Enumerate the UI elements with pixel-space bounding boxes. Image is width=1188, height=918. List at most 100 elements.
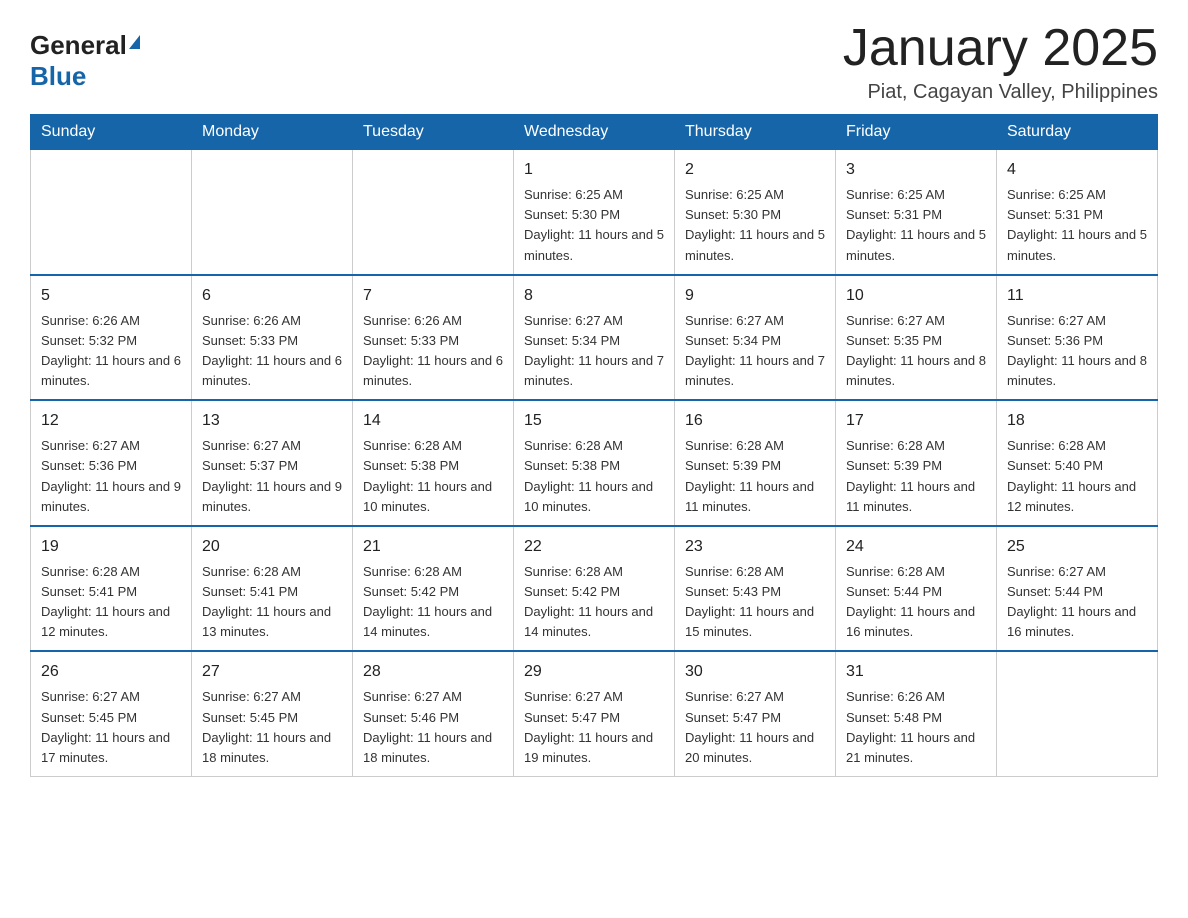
calendar-cell: 27Sunrise: 6:27 AM Sunset: 5:45 PM Dayli…: [192, 651, 353, 776]
day-info: Sunrise: 6:25 AM Sunset: 5:31 PM Dayligh…: [846, 185, 986, 266]
day-number: 4: [1007, 158, 1147, 182]
day-number: 8: [524, 284, 664, 308]
day-info: Sunrise: 6:28 AM Sunset: 5:38 PM Dayligh…: [363, 436, 503, 517]
col-header-wednesday: Wednesday: [514, 115, 675, 150]
day-info: Sunrise: 6:27 AM Sunset: 5:36 PM Dayligh…: [1007, 311, 1147, 392]
day-info: Sunrise: 6:27 AM Sunset: 5:37 PM Dayligh…: [202, 436, 342, 517]
location-subtitle: Piat, Cagayan Valley, Philippines: [843, 81, 1158, 104]
day-number: 26: [41, 660, 181, 684]
calendar-week-row: 19 Sunrise: 6:28 AM Sunset: 5:41 PM Dayli…: [31, 526, 1158, 652]
day-info: Sunrise: 6:28 AM Sunset: 5:40 PM Dayligh…: [1007, 436, 1147, 517]
day-number: 28: [363, 660, 503, 684]
day-number: 7: [363, 284, 503, 308]
day-number: 6: [202, 284, 342, 308]
calendar-table: SundayMondayTuesdayWednesdayThursdayFrid…: [30, 114, 1158, 777]
day-info: Sunrise: 6:26 AM Sunset: 5:33 PM Dayligh…: [363, 311, 503, 392]
day-info: Sunrise: 6:27 AM Sunset: 5:36 PM Dayligh…: [41, 436, 181, 517]
calendar-cell: 21Sunrise: 6:28 AM Sunset: 5:42 PM Dayli…: [353, 526, 514, 652]
calendar-cell: 29 Sunrise: 6:27 AM Sunset: 5:47 PM Dayli…: [514, 651, 675, 776]
month-title: January 2025: [843, 20, 1158, 77]
calendar-cell: 7 Sunrise: 6:26 AM Sunset: 5:33 PM Daylig…: [353, 275, 514, 401]
calendar-cell: 31Sunrise: 6:26 AM Sunset: 5:48 PM Dayli…: [836, 651, 997, 776]
day-number: 30: [685, 660, 825, 684]
calendar-cell: 24 Sunrise: 6:28 AM Sunset: 5:44 PM Dayli…: [836, 526, 997, 652]
day-number: 5: [41, 284, 181, 308]
calendar-cell: 1Sunrise: 6:25 AM Sunset: 5:30 PM Daylig…: [514, 150, 675, 275]
day-info: Sunrise: 6:28 AM Sunset: 5:42 PM Dayligh…: [363, 562, 503, 643]
day-number: 1: [524, 158, 664, 182]
calendar-cell: 26 Sunrise: 6:27 AM Sunset: 5:45 PM Dayli…: [31, 651, 192, 776]
day-number: 9: [685, 284, 825, 308]
day-number: 18: [1007, 409, 1147, 433]
day-info: Sunrise: 6:28 AM Sunset: 5:44 PM Dayligh…: [846, 562, 986, 643]
calendar-cell: 12 Sunrise: 6:27 AM Sunset: 5:36 PM Dayli…: [31, 400, 192, 526]
calendar-cell: 13 Sunrise: 6:27 AM Sunset: 5:37 PM Dayli…: [192, 400, 353, 526]
calendar-cell: 8 Sunrise: 6:27 AM Sunset: 5:34 PM Daylig…: [514, 275, 675, 401]
day-info: Sunrise: 6:28 AM Sunset: 5:39 PM Dayligh…: [685, 436, 825, 517]
day-info: Sunrise: 6:25 AM Sunset: 5:31 PM Dayligh…: [1007, 185, 1147, 266]
day-info: Sunrise: 6:28 AM Sunset: 5:41 PM Dayligh…: [41, 562, 181, 643]
day-number: 14: [363, 409, 503, 433]
calendar-cell: 3 Sunrise: 6:25 AM Sunset: 5:31 PM Daylig…: [836, 150, 997, 275]
calendar-cell: 22Sunrise: 6:28 AM Sunset: 5:42 PM Dayli…: [514, 526, 675, 652]
calendar-cell: 23 Sunrise: 6:28 AM Sunset: 5:43 PM Dayli…: [675, 526, 836, 652]
day-info: Sunrise: 6:27 AM Sunset: 5:34 PM Dayligh…: [685, 311, 825, 392]
calendar-cell: 19 Sunrise: 6:28 AM Sunset: 5:41 PM Dayli…: [31, 526, 192, 652]
page-header: General Blue January 2025 Piat, Cagayan …: [30, 20, 1158, 104]
col-header-thursday: Thursday: [675, 115, 836, 150]
calendar-cell: 2Sunrise: 6:25 AM Sunset: 5:30 PM Daylig…: [675, 150, 836, 275]
day-info: Sunrise: 6:27 AM Sunset: 5:45 PM Dayligh…: [202, 687, 342, 768]
col-header-monday: Monday: [192, 115, 353, 150]
calendar-cell: [31, 150, 192, 275]
logo-blue-text: Blue: [30, 61, 86, 92]
day-number: 16: [685, 409, 825, 433]
calendar-cell: [997, 651, 1158, 776]
calendar-cell: 6Sunrise: 6:26 AM Sunset: 5:33 PM Daylig…: [192, 275, 353, 401]
day-info: Sunrise: 6:27 AM Sunset: 5:47 PM Dayligh…: [524, 687, 664, 768]
day-number: 24: [846, 535, 986, 559]
day-info: Sunrise: 6:26 AM Sunset: 5:32 PM Dayligh…: [41, 311, 181, 392]
calendar-cell: 10 Sunrise: 6:27 AM Sunset: 5:35 PM Dayli…: [836, 275, 997, 401]
calendar-cell: 9 Sunrise: 6:27 AM Sunset: 5:34 PM Daylig…: [675, 275, 836, 401]
day-number: 15: [524, 409, 664, 433]
day-number: 10: [846, 284, 986, 308]
calendar-header-row: SundayMondayTuesdayWednesdayThursdayFrid…: [31, 115, 1158, 150]
day-info: Sunrise: 6:27 AM Sunset: 5:45 PM Dayligh…: [41, 687, 181, 768]
calendar-week-row: 1Sunrise: 6:25 AM Sunset: 5:30 PM Daylig…: [31, 150, 1158, 275]
day-info: Sunrise: 6:27 AM Sunset: 5:46 PM Dayligh…: [363, 687, 503, 768]
day-info: Sunrise: 6:28 AM Sunset: 5:38 PM Dayligh…: [524, 436, 664, 517]
calendar-cell: 18 Sunrise: 6:28 AM Sunset: 5:40 PM Dayli…: [997, 400, 1158, 526]
calendar-cell: 17 Sunrise: 6:28 AM Sunset: 5:39 PM Dayli…: [836, 400, 997, 526]
day-number: 23: [685, 535, 825, 559]
day-number: 11: [1007, 284, 1147, 308]
calendar-cell: 15 Sunrise: 6:28 AM Sunset: 5:38 PM Dayli…: [514, 400, 675, 526]
day-number: 13: [202, 409, 342, 433]
logo: General Blue: [30, 20, 140, 92]
day-info: Sunrise: 6:28 AM Sunset: 5:39 PM Dayligh…: [846, 436, 986, 517]
calendar-cell: 25 Sunrise: 6:27 AM Sunset: 5:44 PM Dayli…: [997, 526, 1158, 652]
col-header-sunday: Sunday: [31, 115, 192, 150]
calendar-cell: 16 Sunrise: 6:28 AM Sunset: 5:39 PM Dayli…: [675, 400, 836, 526]
calendar-cell: 5 Sunrise: 6:26 AM Sunset: 5:32 PM Daylig…: [31, 275, 192, 401]
day-number: 19: [41, 535, 181, 559]
day-number: 22: [524, 535, 664, 559]
day-number: 2: [685, 158, 825, 182]
day-info: Sunrise: 6:27 AM Sunset: 5:34 PM Dayligh…: [524, 311, 664, 392]
day-info: Sunrise: 6:28 AM Sunset: 5:43 PM Dayligh…: [685, 562, 825, 643]
calendar-cell: 14 Sunrise: 6:28 AM Sunset: 5:38 PM Dayli…: [353, 400, 514, 526]
day-number: 12: [41, 409, 181, 433]
day-number: 25: [1007, 535, 1147, 559]
day-info: Sunrise: 6:27 AM Sunset: 5:35 PM Dayligh…: [846, 311, 986, 392]
calendar-cell: 4 Sunrise: 6:25 AM Sunset: 5:31 PM Daylig…: [997, 150, 1158, 275]
day-info: Sunrise: 6:27 AM Sunset: 5:44 PM Dayligh…: [1007, 562, 1147, 643]
day-number: 31: [846, 660, 986, 684]
calendar-week-row: 5 Sunrise: 6:26 AM Sunset: 5:32 PM Daylig…: [31, 275, 1158, 401]
day-number: 17: [846, 409, 986, 433]
day-number: 29: [524, 660, 664, 684]
calendar-cell: [192, 150, 353, 275]
calendar-cell: 11 Sunrise: 6:27 AM Sunset: 5:36 PM Dayli…: [997, 275, 1158, 401]
calendar-cell: 28 Sunrise: 6:27 AM Sunset: 5:46 PM Dayli…: [353, 651, 514, 776]
calendar-week-row: 12 Sunrise: 6:27 AM Sunset: 5:36 PM Dayli…: [31, 400, 1158, 526]
day-number: 3: [846, 158, 986, 182]
calendar-week-row: 26 Sunrise: 6:27 AM Sunset: 5:45 PM Dayli…: [31, 651, 1158, 776]
